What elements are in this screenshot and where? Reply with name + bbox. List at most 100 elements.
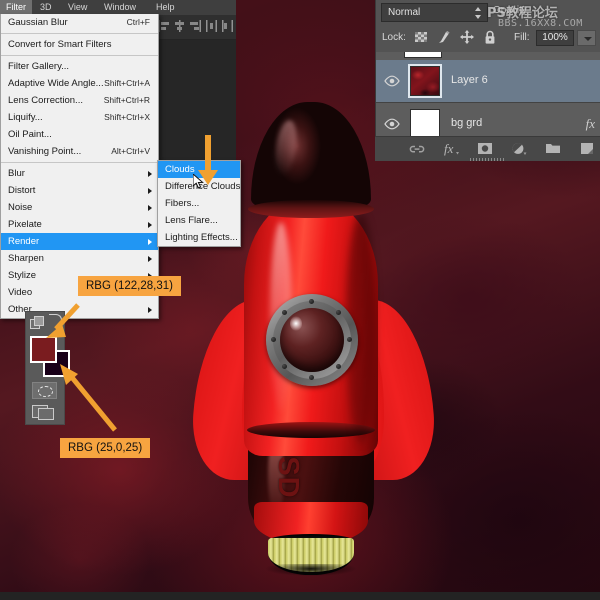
submenu-item-fibers[interactable]: Fibers...	[158, 195, 240, 212]
svg-text:fx: fx	[444, 141, 454, 156]
lock-row: Lock:	[376, 26, 600, 52]
menu-item-convert-smart-filters[interactable]: Convert for Smart Filters	[1, 36, 158, 53]
lock-transparency-icon[interactable]	[414, 30, 428, 45]
menu-separator	[1, 162, 158, 163]
eye-icon[interactable]	[384, 117, 400, 129]
lock-all-icon[interactable]	[483, 30, 497, 45]
menu-item-3d[interactable]: 3D	[34, 0, 58, 15]
blend-mode-value: Normal	[388, 7, 420, 18]
menu-item-oil-paint[interactable]: Oil Paint...	[1, 126, 158, 143]
chevron-right-icon	[148, 239, 152, 245]
chevron-right-icon	[148, 188, 152, 194]
align-center-horizontal-icon[interactable]	[174, 19, 185, 31]
distribute-right-icon[interactable]	[222, 19, 233, 31]
rocket-nose-cone	[251, 102, 371, 214]
menu-item-label: Vanishing Point...	[8, 146, 81, 157]
layer-mask-icon[interactable]	[477, 140, 493, 157]
adjustment-layer-icon[interactable]	[511, 140, 527, 157]
porthole-glare	[290, 316, 302, 331]
menu-separator	[1, 55, 158, 56]
menu-bar[interactable]: Filter 3D View Window Help	[0, 0, 236, 15]
filter-dropdown-menu[interactable]: Gaussian Blur Ctrl+F Convert for Smart F…	[0, 14, 159, 319]
layers-footer-icon-group[interactable]: fx	[409, 140, 600, 157]
menu-item-shortcut: Shift+Ctrl+X	[104, 109, 150, 126]
lock-icon-group[interactable]	[414, 30, 497, 45]
menu-item-view[interactable]: View	[62, 0, 93, 15]
menu-item-label: Lens Correction...	[8, 95, 83, 106]
menu-item-liquify[interactable]: Liquify... Shift+Ctrl+X	[1, 109, 158, 126]
blend-mode-select[interactable]: Normal	[381, 3, 488, 22]
rocket-nozzle-shadow	[266, 564, 356, 576]
menu-item-vanishing-point[interactable]: Vanishing Point... Alt+Ctrl+V	[1, 143, 158, 160]
annotation-label-background: RBG (25,0,25)	[60, 438, 150, 458]
menu-item-shortcut: Shift+Ctrl+A	[104, 75, 150, 92]
porthole-glass	[280, 308, 344, 372]
screen-mode-icon[interactable]	[32, 403, 57, 420]
menu-item-label: Adaptive Wide Angle...	[8, 78, 104, 89]
fill-dropdown-button[interactable]	[577, 30, 596, 46]
porthole-bolt	[282, 310, 287, 315]
new-group-icon[interactable]	[545, 140, 561, 157]
stepper-arrows-icon[interactable]	[475, 7, 482, 19]
quick-mask-icon[interactable]	[32, 382, 57, 399]
menu-item-blur[interactable]: Blur	[1, 165, 158, 182]
panel-resize-grip[interactable]	[470, 158, 504, 161]
menu-item-gaussian-blur[interactable]: Gaussian Blur Ctrl+F	[1, 14, 158, 31]
layer-style-fx-icon[interactable]: fx	[443, 140, 459, 157]
menu-item-label: Convert for Smart Filters	[8, 39, 111, 50]
menu-item-shortcut: Alt+Ctrl+V	[111, 143, 150, 160]
annotation-label-foreground: RBG (122,28,31)	[78, 276, 181, 296]
menu-item-distort[interactable]: Distort	[1, 182, 158, 199]
fill-value-input[interactable]: 100%	[536, 30, 574, 46]
align-tool-icons[interactable]	[158, 19, 233, 31]
porthole-bolt	[309, 375, 314, 380]
swap-colors-icon[interactable]	[49, 314, 62, 325]
tools-color-panel[interactable]	[25, 311, 65, 425]
mouse-cursor	[193, 174, 205, 190]
menu-item-help[interactable]: Help	[150, 0, 181, 15]
porthole-bolt	[336, 364, 341, 369]
layer-list[interactable]: Layer 6 bg grd fx	[376, 52, 600, 146]
porthole-bolt	[282, 364, 287, 369]
lock-image-icon[interactable]	[437, 30, 451, 45]
submenu-item-lighting-effects[interactable]: Lighting Effects...	[158, 229, 240, 246]
menu-item-lens-correction[interactable]: Lens Correction... Shift+Ctrl+R	[1, 92, 158, 109]
link-layers-icon[interactable]	[409, 140, 425, 157]
align-right-icon[interactable]	[190, 19, 201, 31]
layers-panel-footer[interactable]: fx	[375, 136, 600, 161]
menu-separator	[1, 33, 158, 34]
chevron-right-icon	[148, 205, 152, 211]
layer-thumbnail[interactable]	[410, 109, 440, 139]
porthole-bolt	[336, 310, 341, 315]
porthole-bolt	[309, 299, 314, 304]
menu-item-label: Gaussian Blur	[8, 17, 68, 28]
table-row[interactable]: Layer 6	[376, 60, 600, 103]
align-left-icon[interactable]	[158, 19, 169, 31]
chevron-right-icon	[148, 307, 152, 313]
menu-item-label: Filter Gallery...	[8, 61, 69, 72]
lock-position-icon[interactable]	[460, 30, 474, 45]
menu-item-window[interactable]: Window	[98, 0, 142, 15]
menu-item-adaptive-wide-angle[interactable]: Adaptive Wide Angle... Shift+Ctrl+A	[1, 75, 158, 92]
menu-item-filter-gallery[interactable]: Filter Gallery...	[1, 58, 158, 75]
rocket-nose-rim	[248, 200, 374, 218]
layer-fx-icon[interactable]: fx	[586, 116, 595, 132]
menu-item-label: Video	[8, 287, 32, 298]
menu-item-label: Pixelate	[8, 219, 42, 230]
eye-icon[interactable]	[384, 74, 400, 86]
menu-item-pixelate[interactable]: Pixelate	[1, 216, 158, 233]
submenu-item-lens-flare[interactable]: Lens Flare...	[158, 212, 240, 229]
distribute-left-icon[interactable]	[206, 19, 217, 31]
new-layer-icon[interactable]	[579, 140, 595, 157]
watermark-url: BBS.16XX8.COM	[498, 18, 583, 29]
menu-item-shortcut: Shift+Ctrl+R	[104, 92, 150, 109]
layer-thumbnail[interactable]	[410, 66, 440, 96]
menu-item-render[interactable]: Render	[1, 233, 158, 250]
menu-item-shortcut: Ctrl+F	[127, 14, 150, 31]
foreground-color-swatch[interactable]	[30, 336, 57, 363]
lock-label: Lock:	[382, 32, 406, 43]
menu-item-filter[interactable]: Filter	[0, 0, 32, 15]
menu-item-sharpen[interactable]: Sharpen	[1, 250, 158, 267]
menu-item-noise[interactable]: Noise	[1, 199, 158, 216]
default-colors-icon[interactable]	[30, 316, 43, 329]
